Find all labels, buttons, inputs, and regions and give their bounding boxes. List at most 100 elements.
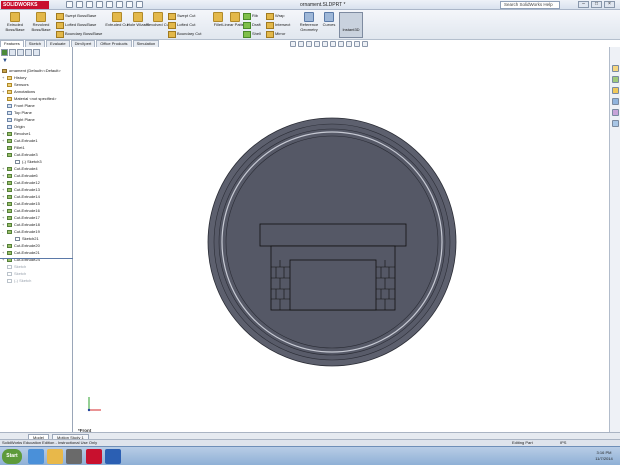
media-player-icon[interactable] xyxy=(66,449,82,464)
property-manager-tab-icon[interactable] xyxy=(9,49,16,56)
help-search-input[interactable]: Search SolidWorks Help xyxy=(500,1,560,9)
tab-features[interactable]: Features xyxy=(0,40,24,47)
tree-item[interactable]: + Cut-Extrude16 xyxy=(2,207,72,214)
boundary-cut-button[interactable]: Boundary Cut xyxy=(168,30,201,38)
tree-item[interactable]: + Cut-Extrude14 xyxy=(2,193,72,200)
tree-item[interactable]: + Cut-Extrude17 xyxy=(2,214,72,221)
configuration-manager-tab-icon[interactable] xyxy=(17,49,24,56)
custom-properties-icon[interactable] xyxy=(612,120,619,127)
tree-item[interactable]: Material <not specified> xyxy=(2,95,72,102)
solidworks-taskbar-icon[interactable] xyxy=(86,449,102,464)
curves-button[interactable]: Curves xyxy=(318,12,340,28)
swept-cut-button[interactable]: Swept Cut xyxy=(168,12,195,20)
maximize-button[interactable]: □ xyxy=(591,1,602,8)
feature-icon xyxy=(7,138,12,143)
tree-item[interactable]: - Cut-Extrude19 xyxy=(2,228,72,235)
tree-item[interactable]: + Annotations xyxy=(2,88,72,95)
instant3d-button[interactable]: Instant3D xyxy=(339,12,363,38)
solidworks-logo[interactable]: SOLIDWORKS xyxy=(1,1,49,9)
lofted-cut-button[interactable]: Lofted Cut xyxy=(168,21,195,29)
tree-item[interactable]: Sensors xyxy=(2,81,72,88)
tree-item[interactable]: + Cut-Extrude6 xyxy=(2,172,72,179)
tree-item-label: Cut-Extrude4 xyxy=(14,166,38,171)
feature-icon xyxy=(7,222,12,227)
dimxpert-manager-tab-icon[interactable] xyxy=(25,49,32,56)
tree-item[interactable]: + History xyxy=(2,74,72,81)
tree-item[interactable]: + Revolve1 xyxy=(2,130,72,137)
print-icon[interactable] xyxy=(96,1,103,8)
file-explorer-taskbar-icon[interactable] xyxy=(47,449,63,464)
save-icon[interactable] xyxy=(86,1,93,8)
shell-button[interactable]: Shell xyxy=(243,30,261,38)
rebuild-icon[interactable] xyxy=(126,1,133,8)
options-icon[interactable] xyxy=(136,1,143,8)
design-library-icon[interactable] xyxy=(612,76,619,83)
tree-item-label: Right Plane xyxy=(14,117,35,122)
task-pane xyxy=(609,47,620,432)
part-root-node[interactable]: ornament (Default<<Default> xyxy=(2,67,61,74)
extruded-boss-button[interactable]: Extruded Boss/Base xyxy=(2,12,28,32)
tree-item-label: Cut-Extrude6 xyxy=(14,173,38,178)
start-button[interactable]: Start xyxy=(2,449,22,464)
new-document-icon[interactable] xyxy=(66,1,73,8)
tree-item[interactable]: + Cut-Extrude12 xyxy=(2,179,72,186)
rib-button[interactable]: Rib xyxy=(243,12,258,20)
tab-evaluate[interactable]: Evaluate xyxy=(46,40,70,47)
tree-item[interactable]: Sketch xyxy=(2,270,72,277)
tree-item[interactable]: Sketch21 xyxy=(2,235,72,242)
tree-item[interactable]: + Cut-Extrude20 xyxy=(2,242,72,249)
tab-simulation[interactable]: Simulation xyxy=(132,40,160,47)
button-label: Extruded Boss/Base xyxy=(5,22,25,32)
feature-manager-tab-icon[interactable] xyxy=(1,49,8,56)
appearances-icon[interactable] xyxy=(612,109,619,116)
tree-item[interactable]: Top Plane xyxy=(2,109,72,116)
intersect-button[interactable]: Intersect xyxy=(266,21,290,29)
lofted-boss-button[interactable]: Lofted Boss/Base xyxy=(56,21,96,29)
tree-item[interactable]: Right Plane xyxy=(2,116,72,123)
word-taskbar-icon[interactable] xyxy=(105,449,121,464)
close-button[interactable]: × xyxy=(604,1,615,8)
tree-item-label: Cut-Extrude14 xyxy=(14,194,40,199)
draft-button[interactable]: Draft xyxy=(243,21,261,29)
revolved-boss-button[interactable]: Revolved Boss/Base xyxy=(28,12,54,32)
tree-item[interactable]: Origin xyxy=(2,123,72,130)
tree-item[interactable]: Fillet1 xyxy=(2,144,72,151)
tree-item[interactable]: + Cut-Extrude1 xyxy=(2,137,72,144)
plane-icon xyxy=(7,117,12,122)
tree-item[interactable]: (-) Sketch3 xyxy=(2,158,72,165)
tree-item-label: Cut-Extrude12 xyxy=(14,180,40,185)
feature-icon xyxy=(7,145,12,150)
wrap-button[interactable]: Wrap xyxy=(266,12,284,20)
view-palette-icon[interactable] xyxy=(612,98,619,105)
tree-item[interactable]: + Cut-Extrude13 xyxy=(2,186,72,193)
tree-item[interactable]: Sketch xyxy=(2,263,72,270)
undo-icon[interactable] xyxy=(106,1,113,8)
swept-boss-button[interactable]: Swept Boss/Base xyxy=(56,12,96,20)
model-viewport[interactable] xyxy=(74,47,609,432)
solidworks-resources-icon[interactable] xyxy=(612,65,619,72)
tab-sketch[interactable]: Sketch xyxy=(24,40,46,47)
internet-explorer-icon[interactable] xyxy=(28,449,44,464)
tree-item[interactable]: + Cut-Extrude4 xyxy=(2,165,72,172)
tree-item[interactable]: (-) Sketch xyxy=(2,277,72,284)
tree-item[interactable]: Front Plane xyxy=(2,102,72,109)
tab-dimxpert[interactable]: DimXpert xyxy=(70,40,96,47)
rollback-bar[interactable] xyxy=(0,258,73,259)
display-manager-tab-icon[interactable] xyxy=(33,49,40,56)
tree-item[interactable]: + Cut-Extrude15 xyxy=(2,200,72,207)
filter-icon[interactable]: ▼ xyxy=(2,58,8,64)
tree-item[interactable]: - Cut-Extrude3 xyxy=(2,151,72,158)
select-icon[interactable] xyxy=(116,1,123,8)
tree-item-label: Cut-Extrude13 xyxy=(14,187,40,192)
file-explorer-icon[interactable] xyxy=(612,87,619,94)
minimize-button[interactable]: – xyxy=(578,1,589,8)
tree-item[interactable]: + Cut-Extrude18 xyxy=(2,221,72,228)
system-clock[interactable]: 3:16 PM 11/7/2014 xyxy=(590,450,618,462)
tab-office-products[interactable]: Office Products xyxy=(96,40,132,47)
plane-icon xyxy=(7,103,12,108)
open-icon[interactable] xyxy=(76,1,83,8)
mirror-button[interactable]: Mirror xyxy=(266,30,285,38)
boundary-boss-button[interactable]: Boundary Boss/Base xyxy=(56,30,102,38)
feature-icon xyxy=(7,187,12,192)
tree-item[interactable]: + Cut-Extrude21 xyxy=(2,249,72,256)
